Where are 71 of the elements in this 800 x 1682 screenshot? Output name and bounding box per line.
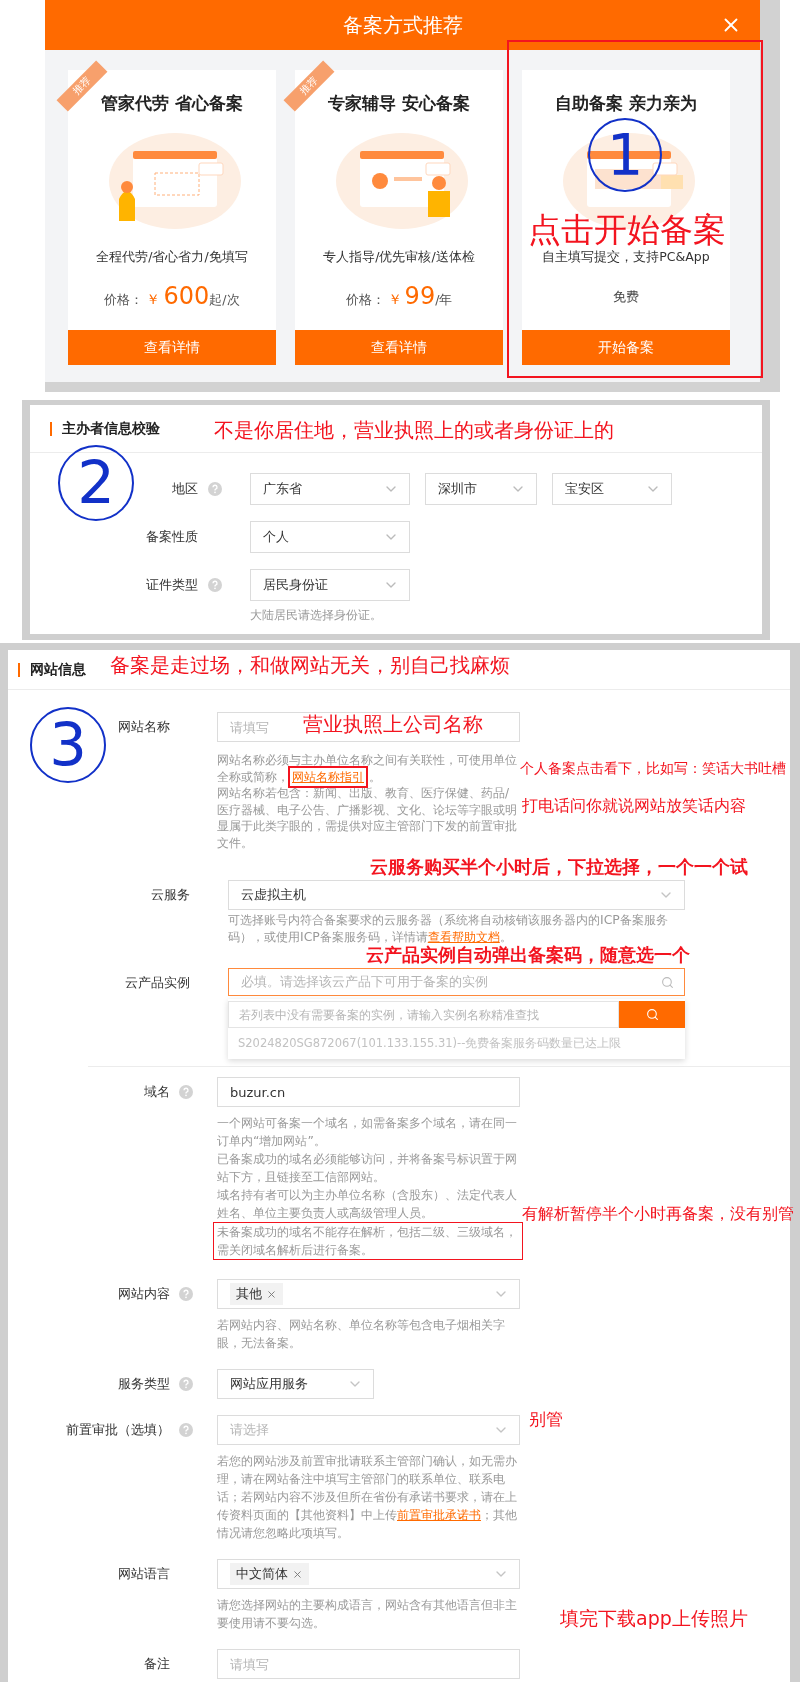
field-label: 备注 (144, 1655, 170, 1673)
help-icon[interactable] (179, 1287, 193, 1301)
select-field[interactable]: 广东省 (250, 473, 410, 505)
hint-text: 若网站内容、网站名称、单位名称等包含电子烟相关字眼，无法备案。 (217, 1316, 506, 1352)
hint-text: 大陆居民请选择身份证。 (250, 607, 383, 624)
price-text: 价格： ￥600起/次 (104, 282, 240, 312)
remove-icon[interactable] (266, 1288, 277, 1300)
annotation-note: 云服务购买半个小时后，下拉选择，一个一个试 (370, 858, 748, 878)
select-field[interactable]: 云虚拟主机 (228, 880, 685, 910)
select-field[interactable]: 网站应用服务 (217, 1369, 374, 1399)
select-field[interactable]: 宝安区 (552, 473, 672, 505)
help-icon[interactable] (179, 1377, 193, 1391)
field-label: 前置审批（选填） (66, 1421, 170, 1439)
help-icon[interactable] (179, 1423, 193, 1437)
field-label: 云产品实例 (125, 974, 190, 992)
tag-select-field[interactable]: 中文简体 (217, 1559, 520, 1589)
search-icon (645, 1008, 659, 1021)
annotation-note: 个人备案点击看下，比如写：笑话大书吐槽 (520, 761, 786, 777)
card-description: 自主填写提交，支持PC&App (542, 249, 710, 266)
field-label: 服务类型 (118, 1375, 170, 1393)
annotation-note: 打电话问你就说网站放笑话内容 (522, 797, 746, 815)
annotation-note: 云产品实例自动弹出备案码，随意选一个 (366, 946, 690, 966)
field-label: 地区 (172, 480, 198, 498)
help-icon[interactable] (179, 1085, 193, 1099)
dialog-title: 备案方式推荐 (342, 11, 463, 39)
help-icon[interactable] (208, 578, 222, 592)
tag-chip[interactable]: 中文简体 (230, 1563, 309, 1585)
field-label: 证件类型 (146, 576, 198, 594)
card-description: 全程代劳/省心省力/免填写 (96, 249, 248, 266)
hint-text: 若您的网站涉及前置审批请联系主管部门确认，如无需办理，请在网站备注中填写主管部门的联系单位、联系电话；若网站内容不涉及但所在省份有承诺书要求，请在上传资料页面的【其他资料】中上传前置审批承诺书；其他情况请您忽略此项填写。 (217, 1452, 518, 1542)
step-number: 2 (58, 445, 134, 521)
price-text: 价格： ￥99/年 (345, 282, 453, 312)
hint-text: 请您选择网站的主要构成语言，网站含有其他语言但非主要使用请不要勾选。 (217, 1596, 518, 1632)
hint-text: 域名持有者可以为主办单位名称（含股东）、法定代表人姓名、单位主要负责人或高级管理人员。 (217, 1186, 518, 1222)
annotation-note: 点击开始备案 (528, 212, 726, 249)
select-field[interactable]: 居民身份证 (250, 569, 410, 601)
card-description: 专人指导/优先审核/送体检 (323, 249, 475, 266)
field-label: 网站语言 (118, 1565, 170, 1583)
search-button[interactable] (619, 1001, 685, 1028)
hint-text: 已备案成功的域名必须能够访问，并将备案号标识置于网站下方，且链接至工信部网站。 (217, 1150, 518, 1186)
step-number: 3 (30, 707, 106, 783)
select-field[interactable]: 个人 (250, 521, 410, 553)
remove-icon[interactable] (292, 1568, 303, 1580)
section-title: 主办者信息校验 (62, 419, 160, 438)
price-text: 免费 (613, 288, 639, 306)
card-title: 自助备案 亲力亲为 (555, 92, 697, 115)
select-field[interactable]: 深圳市 (425, 473, 537, 505)
tag-select-field[interactable]: 其他 (217, 1279, 520, 1309)
annotation-note: 有解析暂停半个小时再备案，没有别管 (522, 1205, 794, 1223)
section-title: 网站信息 (30, 660, 86, 679)
help-icon[interactable] (208, 482, 222, 496)
annotation-note: 别管 (529, 1410, 563, 1429)
annotation-note: 填完下载app上传照片 (560, 1608, 748, 1629)
hint-text: 一个网站可备案一个域名，如需备案多个域名，请在同一订单内“增加网站”。 (217, 1114, 518, 1150)
annotation-note: 营业执照上公司名称 (303, 714, 483, 736)
annotation-note: 不是你居住地，营业执照上的或者身份证上的 (214, 419, 614, 441)
field-label: 网站名称 (118, 718, 170, 736)
hint-text: 未备案成功的域名不能存在解析，包括二级、三级域名，需关闭域名解析后进行备案。 (213, 1222, 523, 1260)
field-label: 域名 (144, 1083, 170, 1101)
search-icon (661, 975, 674, 989)
text-field[interactable]: buzur.cn (217, 1077, 520, 1107)
hint-text: 可选择账号内符合备案要求的云服务器（系统将自动核销该服务器内的ICP备案服务码），或使用ICP备案服务码，详情请查看帮助文档。 (228, 911, 669, 945)
search-field[interactable]: 若列表中没有需要备案的实例，请输入实例名称精准查找 (228, 1001, 619, 1028)
field-label: 网站内容 (118, 1285, 170, 1303)
hint-text: 网站名称若包含：新闻、出版、教育、医疗保健、药品/医疗器械、电子公告、广播影视、文化、论坛等字眼或明显属于此类字眼的，需提供对应主管部门下发的前置审批文件。 (217, 785, 518, 851)
tag-chip[interactable]: 其他 (230, 1283, 283, 1305)
field-label: 云服务 (151, 886, 190, 904)
hint-text: 网站名称必须与主办单位名称之间有关联性，可使用单位全称或简称， 网站名称指引 。 (217, 752, 519, 785)
text-field[interactable]: 请填写 (217, 1649, 520, 1679)
field-label: 备案性质 (146, 528, 198, 546)
annotation-note: 备案是走过场，和做网站无关，别自己找麻烦 (110, 655, 510, 677)
